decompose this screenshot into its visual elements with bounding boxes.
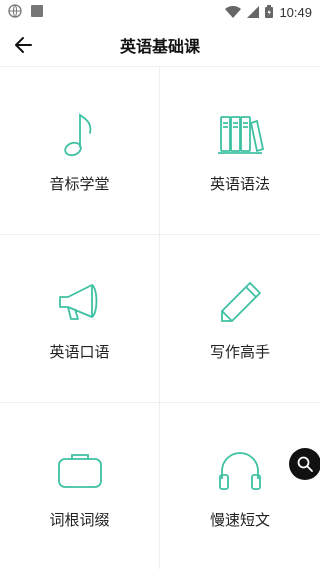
pencil-icon — [216, 279, 264, 327]
app-bar: 英语基础课 — [0, 24, 320, 66]
course-label: 词根词缀 — [49, 511, 110, 529]
music-note-icon — [56, 111, 104, 159]
signal-icon — [247, 3, 260, 22]
course-card-grammar[interactable]: 英语语法 — [160, 67, 320, 235]
course-label: 英语语法 — [209, 175, 270, 193]
page-title: 英语基础课 — [119, 37, 200, 56]
wifi-icon — [225, 3, 242, 22]
search-icon — [297, 456, 313, 472]
globe-icon — [8, 3, 22, 22]
status-time: 10:49 — [279, 4, 312, 20]
course-grid: 音标学堂 英语语法 英语口语 写作高手 词根词缀 慢速短文 — [0, 66, 320, 569]
course-card-phonetics[interactable]: 音标学堂 — [0, 67, 160, 235]
course-label: 写作高手 — [209, 343, 270, 361]
course-card-speaking[interactable]: 英语口语 — [0, 235, 160, 403]
books-icon — [216, 111, 264, 159]
bag-icon — [56, 447, 104, 495]
battery-icon — [265, 3, 274, 22]
course-label: 音标学堂 — [49, 175, 110, 193]
course-label: 慢速短文 — [209, 511, 270, 529]
course-card-writing[interactable]: 写作高手 — [160, 235, 320, 403]
course-card-roots[interactable]: 词根词缀 — [0, 403, 160, 569]
course-card-slow-reading[interactable]: 慢速短文 — [160, 403, 320, 569]
status-bar: 10:49 — [0, 0, 320, 24]
search-fab-button[interactable] — [289, 448, 320, 480]
square-icon — [30, 3, 44, 22]
status-left — [8, 3, 44, 22]
course-label: 英语口语 — [49, 343, 110, 361]
headphones-icon — [216, 447, 264, 495]
megaphone-icon — [56, 279, 104, 327]
status-right: 10:49 — [225, 3, 312, 22]
